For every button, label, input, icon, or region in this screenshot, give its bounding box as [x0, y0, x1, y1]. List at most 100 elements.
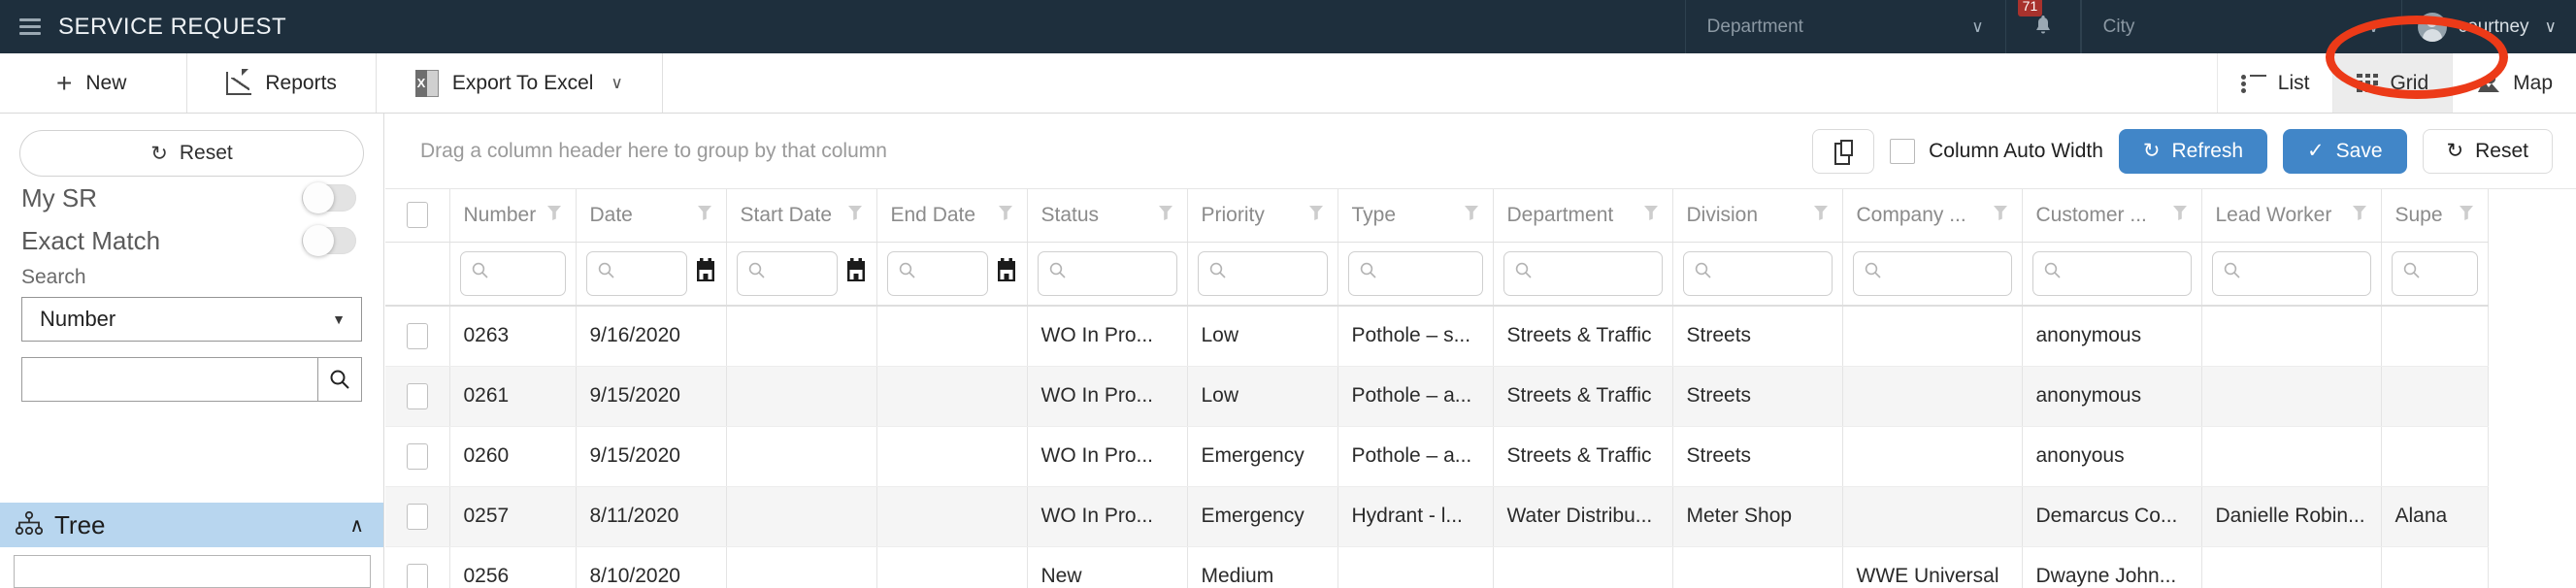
column-header[interactable]: Priority [1187, 189, 1338, 243]
table-row[interactable]: 0256 8/10/2020 New Medium WWE Universal Dwayn… [385, 546, 2489, 588]
group-drop-area[interactable]: Drag a column header here to group by th… [420, 140, 887, 163]
column-filter-input[interactable] [585, 250, 687, 296]
row-select-checkbox[interactable] [406, 563, 428, 588]
row-select-checkbox[interactable] [406, 442, 428, 470]
export-to-excel-button[interactable]: X Export To Excel ∨ [377, 53, 663, 113]
filter-funnel-icon[interactable] [1158, 204, 1173, 227]
column-header[interactable]: Customer ... [2022, 189, 2202, 243]
column-header[interactable]: Number [449, 189, 577, 243]
view-button-grid[interactable]: Grid [2332, 53, 2453, 113]
filter-funnel-icon[interactable] [847, 204, 863, 227]
department-select[interactable]: Department ∨ [1684, 0, 2005, 53]
column-filter-cell[interactable] [876, 242, 1028, 307]
sidebar-reset-button[interactable]: ↻ Reset [19, 130, 364, 177]
row-select-cell[interactable] [385, 486, 450, 547]
column-filter-cell[interactable] [2201, 242, 2382, 307]
calendar-icon[interactable] [996, 258, 1017, 288]
search-submit-button[interactable] [317, 357, 362, 402]
row-select-checkbox[interactable] [406, 322, 428, 349]
filter-funnel-icon[interactable] [546, 204, 562, 227]
grid-reset-button[interactable]: ↻ Reset [2422, 128, 2553, 174]
column-filter-cell[interactable] [1842, 242, 2023, 307]
filter-funnel-icon[interactable] [697, 204, 712, 227]
filter-funnel-icon[interactable] [1813, 204, 1829, 227]
column-filter-input[interactable] [2391, 250, 2478, 296]
tree-content-box[interactable] [14, 555, 371, 588]
filter-funnel-icon[interactable] [1993, 204, 2008, 227]
column-filter-input[interactable] [1503, 250, 1663, 296]
table-cell [876, 486, 1028, 547]
view-button-map[interactable]: Map [2452, 53, 2576, 113]
column-filter-cell[interactable] [1338, 242, 1494, 307]
grid-scroll-area[interactable]: Number Date Start Date End Date Status Priori… [385, 189, 2576, 588]
filter-funnel-icon[interactable] [1308, 204, 1324, 227]
column-filter-input[interactable] [1347, 250, 1483, 296]
row-select-checkbox[interactable] [406, 503, 428, 530]
save-button[interactable]: ✓ Save [2283, 128, 2407, 174]
column-header[interactable]: Company ... [1842, 189, 2023, 243]
calendar-icon[interactable] [695, 258, 716, 288]
column-filter-input[interactable] [736, 250, 838, 296]
column-filter-input[interactable] [2211, 250, 2371, 296]
column-header[interactable]: Division [1672, 189, 1843, 243]
hamburger-icon[interactable] [19, 18, 41, 35]
column-header[interactable]: End Date [876, 189, 1028, 243]
column-filter-input[interactable] [1682, 250, 1833, 296]
row-select-cell[interactable] [385, 306, 450, 367]
column-header[interactable]: Department [1493, 189, 1673, 243]
column-filter-cell[interactable] [449, 242, 577, 307]
table-row[interactable]: 0260 9/15/2020 WO In Pro... Emergency Pothol… [385, 426, 2489, 487]
filter-funnel-icon[interactable] [2172, 204, 2188, 227]
column-filter-cell[interactable] [1187, 242, 1338, 307]
column-filter-input[interactable] [1852, 250, 2012, 296]
tree-section-header[interactable]: Tree ∧ [0, 503, 383, 547]
table-row[interactable]: 0257 8/11/2020 WO In Pro... Emergency Hydran… [385, 486, 2489, 547]
column-auto-width-checkbox[interactable] [1890, 138, 1916, 164]
row-select-cell[interactable] [385, 546, 450, 588]
column-auto-width-control[interactable]: Column Auto Width [1890, 138, 2103, 164]
column-filter-cell[interactable] [1027, 242, 1188, 307]
column-header[interactable]: Start Date [726, 189, 877, 243]
row-select-cell[interactable] [385, 426, 450, 487]
city-select[interactable]: City ∨ [2080, 0, 2401, 53]
view-button-list[interactable]: List [2216, 53, 2333, 113]
column-filter-cell[interactable] [576, 242, 727, 307]
column-header[interactable]: Date [576, 189, 727, 243]
search-field-select[interactable]: Number ▼ [21, 297, 362, 342]
column-filter-cell[interactable] [726, 242, 877, 307]
column-filter-cell[interactable] [2022, 242, 2202, 307]
search-input[interactable] [22, 358, 317, 401]
row-select-cell[interactable] [385, 366, 450, 427]
column-header[interactable]: Lead Worker [2201, 189, 2382, 243]
row-select-checkbox[interactable] [406, 382, 428, 409]
table-row[interactable]: 0261 9/15/2020 WO In Pro... Low Pothole – a.… [385, 366, 2489, 427]
column-filter-input[interactable] [459, 250, 566, 296]
column-filter-cell[interactable] [1493, 242, 1673, 307]
calendar-icon[interactable] [845, 258, 867, 288]
filter-funnel-icon[interactable] [1464, 204, 1479, 227]
table-cell: 0261 [449, 366, 577, 427]
refresh-button[interactable]: ↻ Refresh [2118, 128, 2268, 174]
column-filter-cell[interactable] [2381, 242, 2489, 307]
column-header[interactable]: Status [1027, 189, 1188, 243]
column-chooser-button[interactable] [1812, 128, 1875, 174]
column-header[interactable]: Supe [2381, 189, 2489, 243]
reports-button[interactable]: Reports [187, 53, 377, 113]
filter-funnel-icon[interactable] [2459, 204, 2474, 227]
column-filter-input[interactable] [2031, 250, 2192, 296]
column-filter-input[interactable] [1037, 250, 1177, 296]
column-header[interactable]: Type [1338, 189, 1494, 243]
select-all-checkbox[interactable] [406, 202, 428, 229]
notifications-button[interactable]: 71 [2004, 0, 2081, 53]
filter-funnel-icon[interactable] [2352, 204, 2367, 227]
my-sr-toggle[interactable] [302, 182, 356, 213]
table-row[interactable]: 0263 9/16/2020 WO In Pro... Low Pothole – s.… [385, 306, 2489, 367]
new-button[interactable]: + New [0, 53, 188, 113]
filter-funnel-icon[interactable] [1643, 204, 1659, 227]
column-filter-input[interactable] [1197, 250, 1328, 296]
user-menu[interactable]: courtney ∨ [2400, 0, 2576, 53]
exact-match-toggle[interactable] [302, 225, 356, 256]
filter-funnel-icon[interactable] [998, 204, 1013, 227]
column-filter-input[interactable] [886, 250, 988, 296]
column-filter-cell[interactable] [1672, 242, 1843, 307]
